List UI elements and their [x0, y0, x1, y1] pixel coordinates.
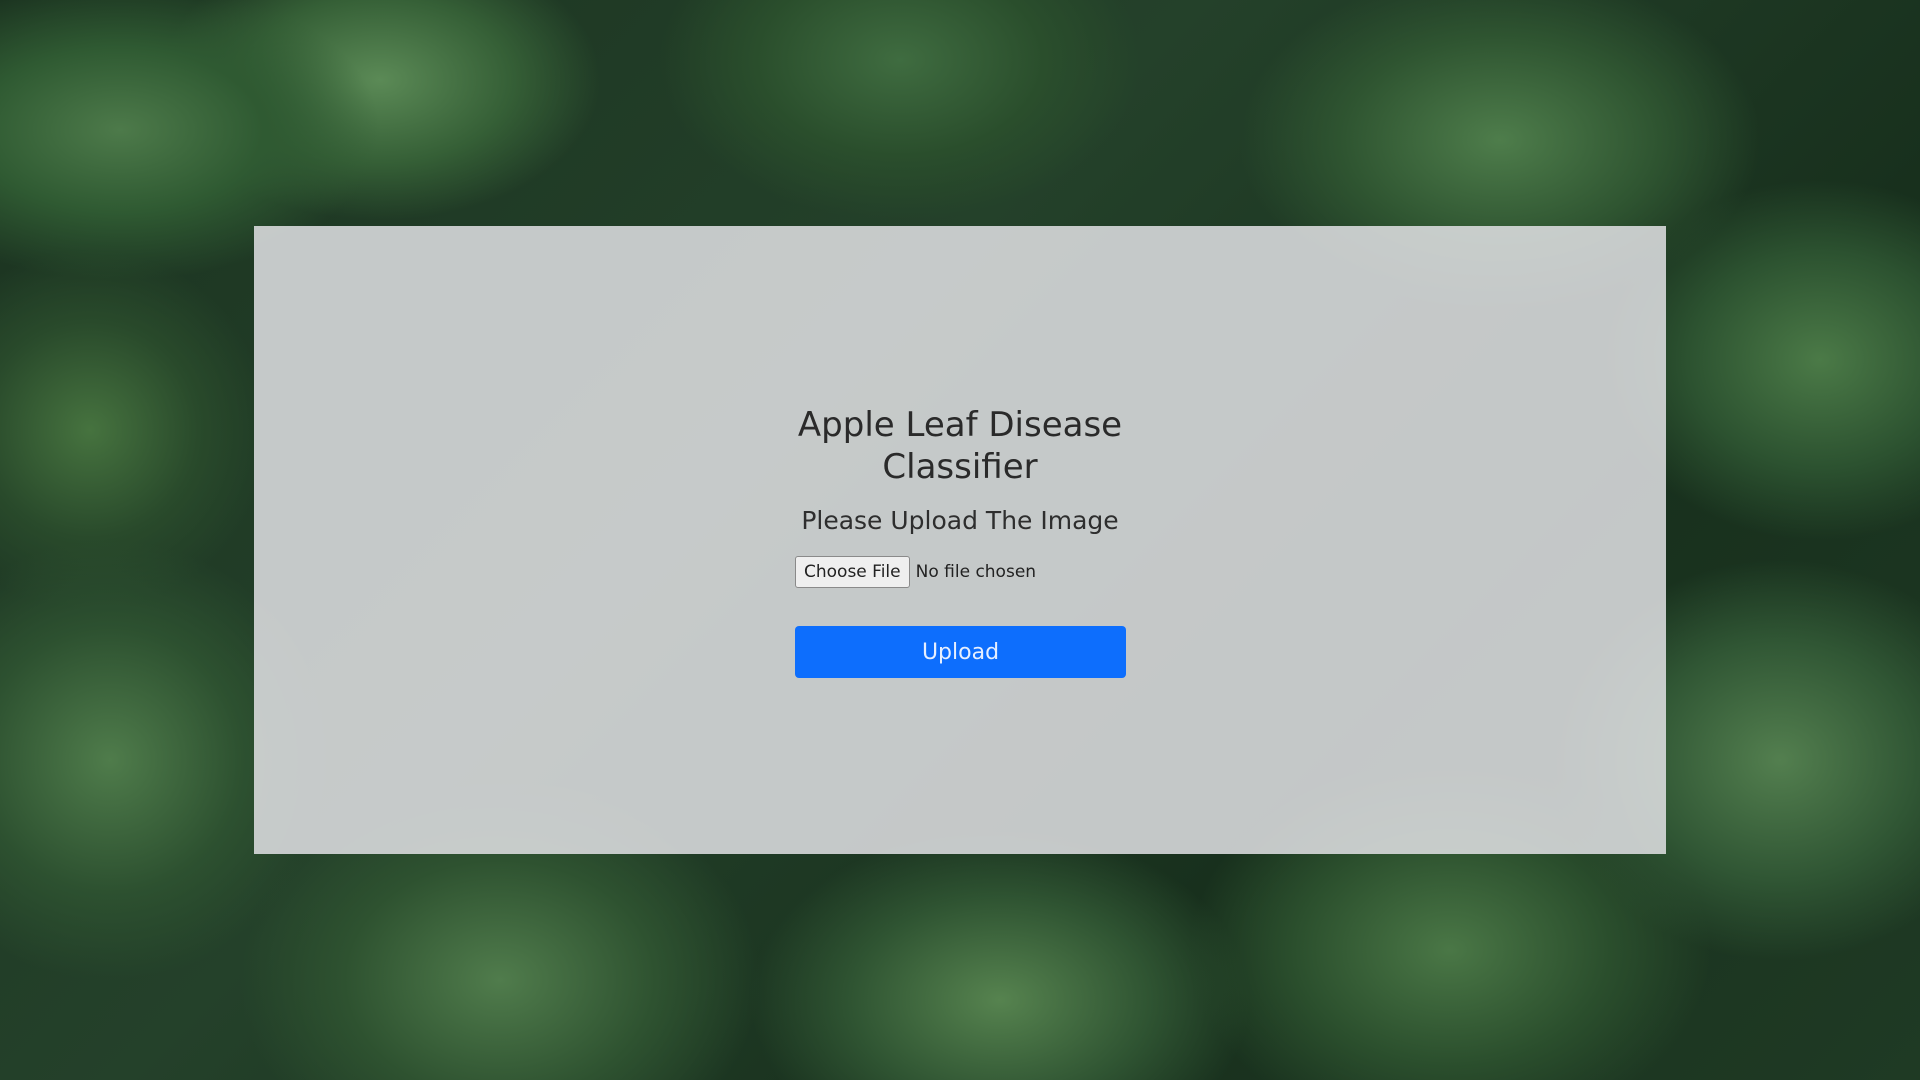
file-status-text: No file chosen [915, 562, 1037, 582]
file-input[interactable]: Choose File No file chosen [795, 556, 1036, 588]
upload-card: Apple Leaf Disease Classifier Please Upl… [254, 226, 1666, 854]
page-title: Apple Leaf Disease Classifier [254, 404, 1666, 488]
page-subtitle: Please Upload The Image [801, 506, 1119, 535]
page-title-line-1: Apple Leaf Disease [797, 405, 1123, 445]
upload-button[interactable]: Upload [795, 626, 1126, 678]
page-title-line-2: Classifier [882, 447, 1038, 487]
choose-file-button[interactable]: Choose File [795, 556, 910, 588]
